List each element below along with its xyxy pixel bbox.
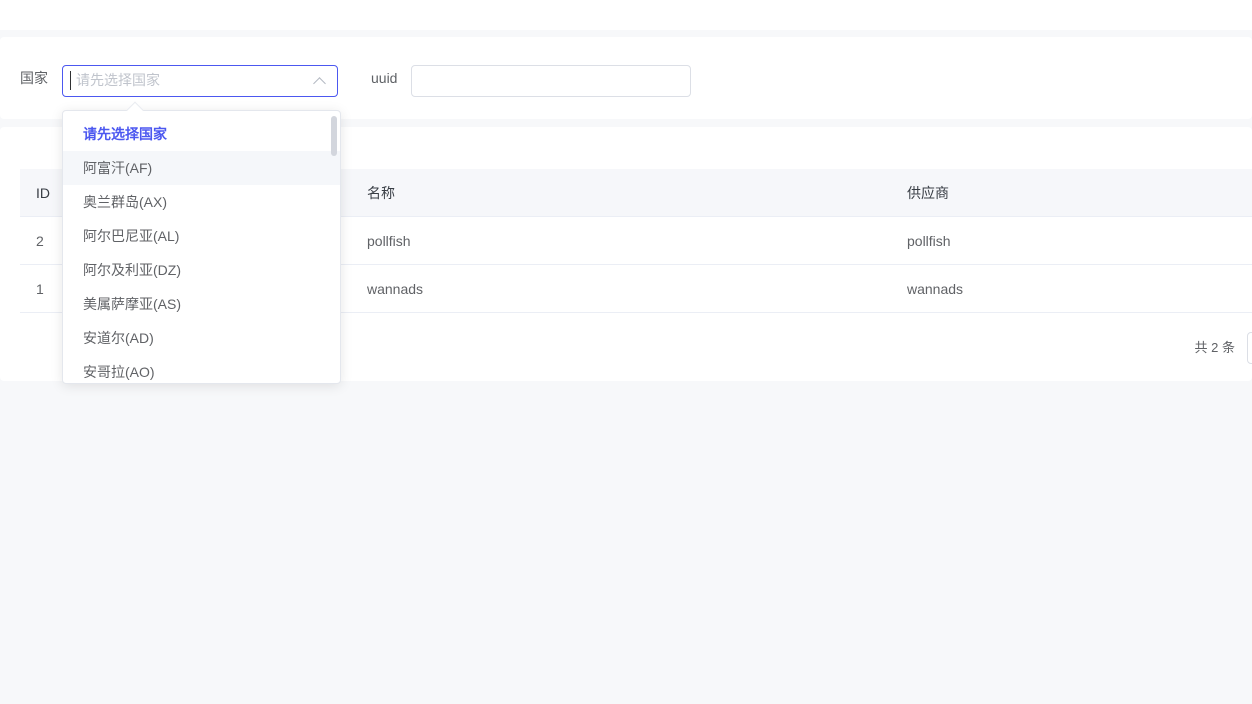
dropdown-option[interactable]: 美属萨摩亚(AS) — [63, 287, 340, 321]
country-dropdown: 请先选择国家 阿富汗(AF) 奥兰群岛(AX) 阿尔巴尼亚(AL) 阿尔及利亚(… — [62, 110, 341, 384]
cell-name: wannads — [351, 281, 891, 297]
country-select-placeholder: 请先选择国家 — [76, 66, 160, 95]
column-header-supplier: 供应商 — [891, 183, 1252, 203]
uuid-input[interactable] — [411, 65, 691, 97]
pagination-total: 共 2 条 — [1195, 332, 1235, 364]
country-select[interactable]: 请先选择国家 — [62, 65, 338, 97]
top-bar — [0, 0, 1252, 30]
dropdown-option[interactable]: 阿尔巴尼亚(AL) — [63, 219, 340, 253]
dropdown-option[interactable]: 奥兰群岛(AX) — [63, 185, 340, 219]
chevron-up-icon — [313, 77, 326, 90]
dropdown-option[interactable]: 安哥拉(AO) — [63, 355, 340, 384]
cell-supplier: pollfish — [891, 233, 1252, 249]
pagination-page-size-select[interactable] — [1247, 332, 1252, 364]
filter-panel: 国家 请先选择国家 uuid — [0, 37, 1252, 119]
cell-supplier: wannads — [891, 281, 1252, 297]
scrollbar-thumb[interactable] — [331, 116, 337, 156]
dropdown-option[interactable]: 请先选择国家 — [63, 117, 340, 151]
country-label: 国家 — [20, 37, 48, 119]
country-option-list: 请先选择国家 阿富汗(AF) 奥兰群岛(AX) 阿尔巴尼亚(AL) 阿尔及利亚(… — [63, 111, 340, 384]
column-header-name: 名称 — [351, 183, 891, 203]
dropdown-option[interactable]: 安道尔(AD) — [63, 321, 340, 355]
text-caret — [70, 71, 71, 90]
uuid-label: uuid — [371, 37, 397, 119]
cell-name: pollfish — [351, 233, 891, 249]
dropdown-option[interactable]: 阿富汗(AF) — [63, 151, 340, 185]
dropdown-option[interactable]: 阿尔及利亚(DZ) — [63, 253, 340, 287]
page: { "colors": { "accent": "#4c58f0", "page… — [0, 0, 1252, 704]
